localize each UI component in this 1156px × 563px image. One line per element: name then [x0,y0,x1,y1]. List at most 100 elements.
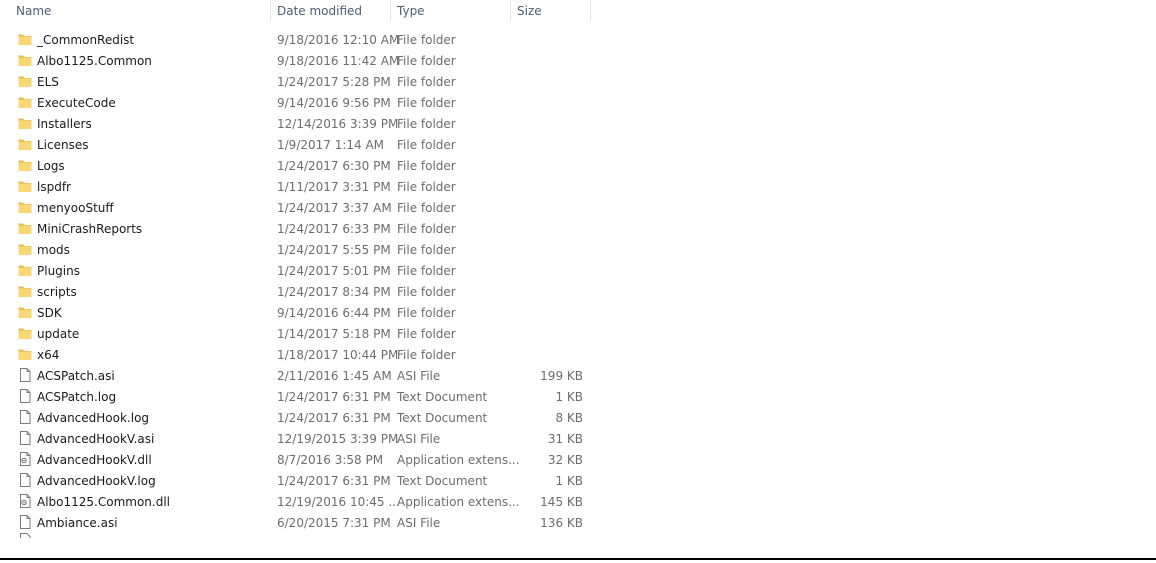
item-date-modified: 1/11/2017 3:31 PM [277,179,391,194]
item-name: ELS [37,74,59,89]
item-size: 8 KB [555,410,583,425]
file-row[interactable]: AdvancedHook.log 1/24/2017 6:31 PM Text Do… [0,407,600,428]
item-type: File folder [397,200,456,215]
item-name: Plugins [37,263,80,278]
folder-row[interactable]: MiniCrashReports 1/24/2017 6:33 PM File fo… [0,218,600,239]
file-row[interactable]: Albo1125.Common.dll 12/19/2016 10:45 ... A… [0,491,600,512]
folder-row[interactable]: Logs 1/24/2017 6:30 PM File folder [0,155,600,176]
file-row[interactable]: ACSPatch.log 1/24/2017 6:31 PM Text Docume… [0,386,600,407]
column-header-date-modified[interactable]: Date modified [271,0,391,22]
folder-icon [18,263,32,277]
item-date-modified: 12/14/2016 3:39 PM [277,116,399,131]
folder-row[interactable]: Installers 12/14/2016 3:39 PM File folder [0,113,600,134]
folder-icon [18,74,32,88]
item-size: 32 KB [547,452,583,467]
item-type: File folder [397,284,456,299]
item-date-modified: 1/24/2017 5:01 PM [277,263,391,278]
folder-row[interactable]: lspdfr 1/11/2017 3:31 PM File folder [0,176,600,197]
item-date-modified: 9/14/2016 9:56 PM [277,95,391,110]
item-date-modified: 1/24/2017 8:34 PM [277,284,391,299]
item-size: 145 KB [540,494,583,509]
item-date-modified: 1/14/2017 5:18 PM [277,326,391,341]
item-date-modified: 1/24/2017 3:37 AM [277,200,392,215]
item-type: File folder [397,137,456,152]
folder-icon [18,95,32,109]
item-type: ASI File [397,515,441,530]
file-row[interactable]: ACSPatch.asi 2/11/2016 1:45 AM ASI File 199… [0,365,600,386]
folder-row[interactable]: scripts 1/24/2017 8:34 PM File folder [0,281,600,302]
column-header-type-label: Type [397,4,425,18]
item-name: ExecuteCode [37,95,116,110]
item-size: 199 KB [540,368,583,383]
folder-row[interactable]: _CommonRedist 9/18/2016 12:10 AM File fold… [0,29,600,50]
file-explorer-list: ˄ Name Date modified Type Size _CommonRe… [0,0,1156,563]
item-name: MiniCrashReports [37,221,143,236]
item-type: Text Document [397,473,488,488]
folder-row[interactable]: update 1/14/2017 5:18 PM File folder [0,323,600,344]
dll-file-icon [18,452,32,466]
folder-row[interactable]: SDK 9/14/2016 6:44 PM File folder [0,302,600,323]
item-size: 1 KB [555,473,583,488]
folder-row[interactable]: ExecuteCode 9/14/2016 9:56 PM File folder [0,92,600,113]
item-name: ACSPatch.asi [37,368,115,383]
folder-icon [18,221,32,235]
item-date-modified: 9/18/2016 12:10 AM [277,32,400,47]
item-type: File folder [397,95,456,110]
file-icon [18,473,32,487]
file-icon [18,410,32,424]
file-icon [18,389,32,403]
item-name: Ambiance.asi [37,515,118,530]
item-date-modified: 1/24/2017 6:31 PM [277,389,391,404]
column-header-name[interactable]: ˄ Name [0,0,271,22]
item-size: 1 KB [555,389,583,404]
item-date-modified: 9/14/2016 6:44 PM [277,305,391,320]
item-name: Logs [37,158,65,173]
item-type: ASI File [397,431,441,446]
item-type: File folder [397,179,456,194]
item-name: AdvancedHookV.log [37,473,156,488]
file-row[interactable]: AdvancedHookV.dll 8/7/2016 3:58 PM Applica… [0,449,600,470]
folder-row[interactable]: Albo1125.Common 9/18/2016 11:42 AM File fo… [0,50,600,71]
item-type: File folder [397,32,456,47]
item-type: File folder [397,116,456,131]
folder-row[interactable]: menyooStuff 1/24/2017 3:37 AM File folder [0,197,600,218]
column-header-bar: ˄ Name Date modified Type Size [0,0,591,22]
folder-row[interactable]: Plugins 1/24/2017 5:01 PM File folder [0,260,600,281]
folder-icon [18,179,32,193]
folder-icon [18,347,32,361]
folder-row[interactable]: ELS 1/24/2017 5:28 PM File folder [0,71,600,92]
item-name: Albo1125.Common.dll [37,494,171,509]
item-date-modified: 12/19/2015 3:39 PM [277,431,399,446]
item-type: File folder [397,326,456,341]
item-date-modified: 1/24/2017 6:30 PM [277,158,391,173]
item-name: mods [37,242,70,257]
item-date-modified: 1/24/2017 5:55 PM [277,242,391,257]
folder-icon [18,242,32,256]
item-type: File folder [397,221,456,236]
column-header-type[interactable]: Type [391,0,511,22]
item-type: Application extens... [397,494,520,509]
column-header-date-label: Date modified [277,4,363,18]
folder-row[interactable]: x64 1/18/2017 10:44 PM File folder [0,344,600,365]
item-type: Text Document [397,389,488,404]
sort-ascending-icon: ˄ [133,0,138,3]
item-name: SDK [37,305,62,320]
dll-file-icon [18,494,32,508]
item-date-modified: 9/18/2016 11:42 AM [277,53,400,68]
item-type: File folder [397,74,456,89]
folder-icon [18,200,32,214]
file-row[interactable]: AdvancedHookV.asi 12/19/2015 3:39 PM ASI F… [0,428,600,449]
file-row[interactable]: AdvancedHookV.log 1/24/2017 6:31 PM Text D… [0,470,600,491]
item-type: File folder [397,263,456,278]
item-type: File folder [397,305,456,320]
item-date-modified: 2/11/2016 1:45 AM [277,368,392,383]
folder-row[interactable]: mods 1/24/2017 5:55 PM File folder [0,239,600,260]
folder-icon [18,326,32,340]
folder-icon [18,158,32,172]
column-header-size[interactable]: Size [511,0,591,22]
item-name: ACSPatch.log [37,389,117,404]
item-date-modified: 8/7/2016 3:58 PM [277,452,384,467]
folder-row[interactable]: Licenses 1/9/2017 1:14 AM File folder [0,134,600,155]
folder-icon [18,32,32,46]
file-row[interactable]: Ambiance.asi 6/20/2015 7:31 PM ASI File 136… [0,512,600,533]
